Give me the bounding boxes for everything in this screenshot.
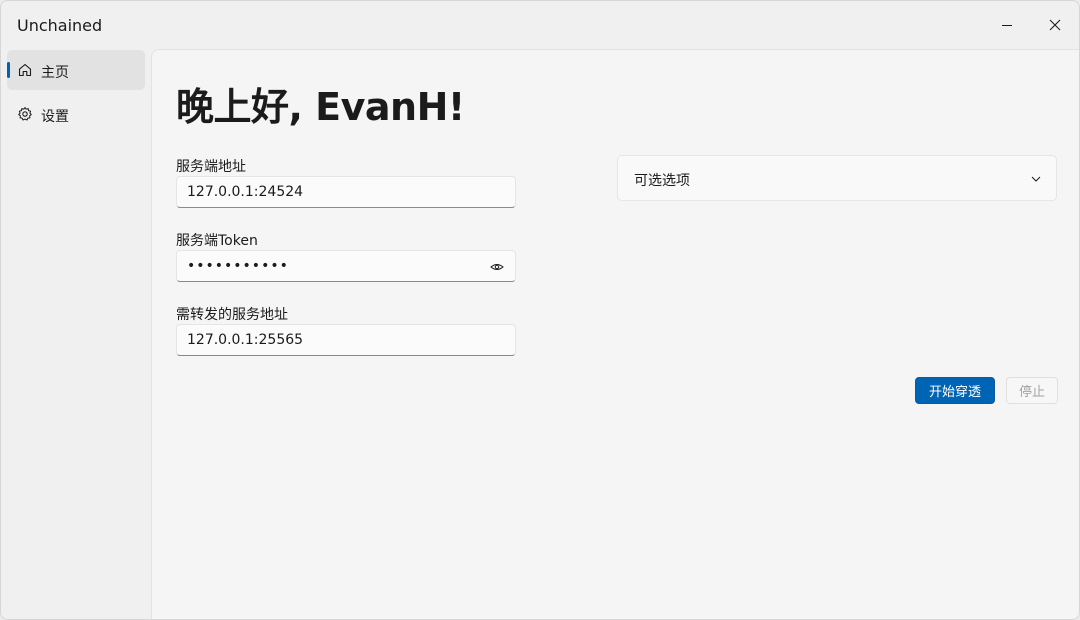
options-label: 可选选项 [634,173,690,189]
server-address-label: 服务端地址 [176,159,246,175]
close-button[interactable] [1032,9,1078,41]
sidebar-item-label: 设置 [41,109,69,125]
forward-address-label: 需转发的服务地址 [176,307,288,323]
minimize-button[interactable] [984,9,1030,41]
chevron-down-icon [1031,176,1041,182]
close-icon [1049,19,1061,31]
forward-address-input[interactable] [187,332,505,348]
greeting-heading: 晚上好, EvanH! [176,85,465,129]
app-title: Unchained [17,16,103,35]
stop-button[interactable]: 停止 [1006,377,1058,404]
selection-indicator [7,62,10,78]
server-address-input[interactable] [187,184,505,200]
server-token-label: 服务端Token [176,233,258,249]
sidebar: 主页 设置 [1,49,151,619]
main-content: 晚上好, EvanH! 服务端地址 服务端Token ••••••••••• 需… [151,49,1079,619]
gear-icon [18,107,32,121]
title-bar: Unchained [1,1,1079,49]
sidebar-item-settings[interactable]: 设置 [7,94,145,134]
sidebar-item-label: 主页 [41,65,69,81]
server-address-field[interactable] [176,176,516,208]
options-dropdown[interactable]: 可选选项 [617,155,1057,201]
sidebar-item-home[interactable]: 主页 [7,50,145,90]
eye-icon[interactable] [489,259,505,275]
home-icon [18,63,32,77]
minimize-icon [1002,25,1012,26]
server-token-field[interactable]: ••••••••••• [176,250,516,282]
server-token-input[interactable]: ••••••••••• [187,258,289,274]
forward-address-field[interactable] [176,324,516,356]
start-button[interactable]: 开始穿透 [915,377,995,404]
app-window: Unchained 主页 设置 晚上好, EvanH! 服务端地址 127.0.… [0,0,1080,620]
